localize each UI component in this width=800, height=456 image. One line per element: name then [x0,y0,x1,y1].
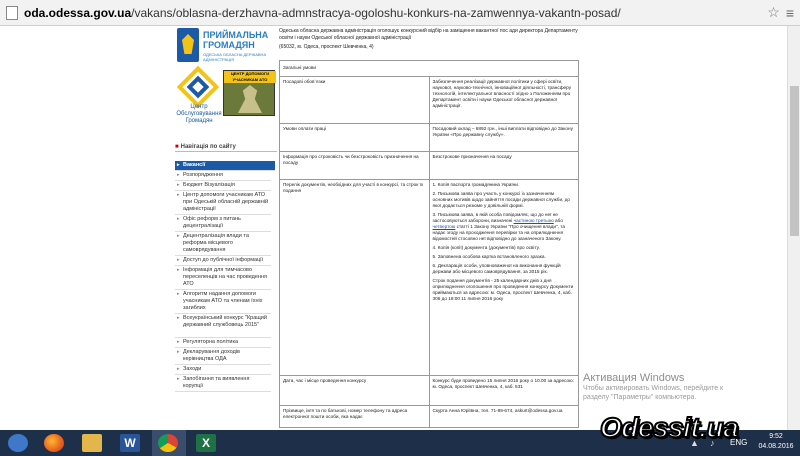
chrome-taskbar-button[interactable] [152,430,186,456]
sidebar-item-declarations[interactable]: Декларування доходів керівництва ОДА [175,348,271,365]
ato-help-logo[interactable]: ЦЕНТР ДОПОМОГИ УЧАСНИКАМ АТО [223,70,276,116]
excel-icon: X [196,434,216,452]
cell-label: Прізвище, ім'я та по батькові, номер тел… [279,405,430,428]
cell-label: Умови оплати праці [279,123,430,152]
sidebar: ПРИЙМАЛЬНА ГРОМАДЯН ОДЕСЬКА ОБЛАСНА ДЕРЖ… [175,26,277,430]
cell-value: Скурта Анна Юріївна, тел. 71-89-674, ask… [428,405,579,428]
sidebar-item-ato-center[interactable]: Центр допомоги учасникам АТО при Одеські… [175,191,271,215]
cell-value: Забезпечення реалізації державної політи… [428,76,579,124]
sidebar-item-regulatory[interactable]: Регуляторна політика [175,338,271,348]
address-line: (65032, м. Одеса, проспект Шевченка, 4) [279,44,374,50]
documents-list: 1. Копія паспорта громадянина України. 2… [428,179,579,376]
sidebar-item-orders[interactable]: Розпорядження [175,171,271,181]
table-row: Дата, час і місце проведення конкурсу Ко… [279,375,579,406]
soldier-icon [238,85,262,113]
sidebar-item-events[interactable]: Заходи [175,365,271,375]
cell-label: Посадові обов`язки [279,76,430,124]
excel-taskbar-button[interactable]: X [190,430,224,456]
conditions-table: Загальні умови Посадові обов`язки Забезп… [279,60,579,428]
sidebar-item-decentralization[interactable]: Децентралізація влади та реформа місцево… [175,232,271,256]
windows-activation-watermark: Активация Windows Чтобы активировать Win… [583,372,724,401]
explorer-taskbar-button[interactable] [76,430,110,456]
word-icon: W [120,434,140,452]
web-page: ПРИЙМАЛЬНА ГРОМАДЯН ОДЕСЬКА ОБЛАСНА ДЕРЖ… [0,26,800,430]
table-row: Прізвище, ім'я та по батькові, номер тел… [279,405,579,428]
table-row: Посадові обов`язки Забезпечення реалізац… [279,76,579,124]
cell-value: Посадовий оклад – 6892 грн., інші виплат… [428,123,579,152]
nav-list: Вакансії Розпорядження Бюджет Візуалізац… [175,161,277,392]
vertical-scrollbar[interactable] [787,26,800,430]
sidebar-item-reform-office[interactable]: Офіс реформ з питань децентралізації [175,215,271,232]
sidebar-item-public-info[interactable]: Доступ до публічної інформації [175,256,271,266]
sidebar-item-anticorruption[interactable]: Запобігання та виявлення корупції [175,375,271,392]
ato-logo-title: ЦЕНТР ДОПОМОГИ УЧАСНИКАМ АТО [224,71,276,83]
page-icon [6,5,18,20]
general-conditions-header: Загальні умови [279,60,579,77]
service-center-logo[interactable]: Центр Обслуговування Громадян [175,65,223,124]
link-part-three[interactable]: частиною третьою [514,218,554,223]
logo-subtitle: ОДЕСЬКА ОБЛАСНА ДЕРЖАВНА АДМІНІСТРАЦІЯ [203,52,267,62]
menu-icon[interactable]: ≡ [786,5,794,21]
odessit-watermark-logo: Odessit.ua [599,411,740,444]
url-field[interactable]: oda.odessa.gov.ua/vakans/oblasna-derzhav… [24,6,767,20]
cell-value: Безстрокове призначення на посаду [428,151,579,180]
word-taskbar-button[interactable]: W [114,430,148,456]
start-button[interactable] [2,430,36,456]
folder-icon [82,434,102,452]
sidebar-item-displaced-info[interactable]: Інформація для тимчасово переселенців на… [175,266,271,290]
sidebar-item-vacancies[interactable]: Вакансії [175,161,275,171]
cell-value: Конкурс буде проведено 15 липня 2016 рок… [428,375,579,406]
address-bar: oda.odessa.gov.ua/vakans/oblasna-derzhav… [0,0,800,26]
reception-logo[interactable]: ПРИЙМАЛЬНА ГРОМАДЯН ОДЕСЬКА ОБЛАСНА ДЕРЖ… [175,28,277,68]
sidebar-item-best-servant[interactable]: Всеукраїнський конкурс "Кращий державний… [175,314,271,338]
coat-of-arms-icon [177,28,199,62]
table-row: Інформація про строковість чи безстроков… [279,151,579,180]
table-row: Умови оплати праці Посадовий оклад – 689… [279,123,579,152]
sidebar-item-ato-algorithm[interactable]: Алгоритм надання допомоги учасникам АТО … [175,290,271,314]
logo-title: ПРИЙМАЛЬНА ГРОМАДЯН [203,30,269,50]
nav-heading: ■ Навігація по сайту [175,142,277,152]
cell-label: Перелік документів, необхідних для участ… [279,179,430,376]
cell-label: Інформація про строковість чи безстроков… [279,151,430,180]
bookmark-star-icon[interactable]: ☆ [767,4,780,21]
table-row: Перелік документів, необхідних для участ… [279,179,579,376]
cell-label: Дата, час і місце проведення конкурсу [279,375,430,406]
chrome-icon [158,434,178,452]
scrollbar-thumb[interactable] [790,86,799,236]
firefox-icon [44,434,64,452]
main-content: Одеська обласна державна адміністрація о… [277,26,580,430]
service-center-caption: Центр Обслуговування Громадян [176,104,222,124]
table-row: Загальні умови [279,60,579,77]
link-part-four[interactable]: четвертою [433,224,456,229]
firefox-taskbar-button[interactable] [38,430,72,456]
sidebar-item-budget[interactable]: Бюджет Візуалізація [175,181,271,191]
announcement-lead: Одеська обласна державна адміністрація о… [279,28,578,50]
windows-start-icon [8,434,28,452]
